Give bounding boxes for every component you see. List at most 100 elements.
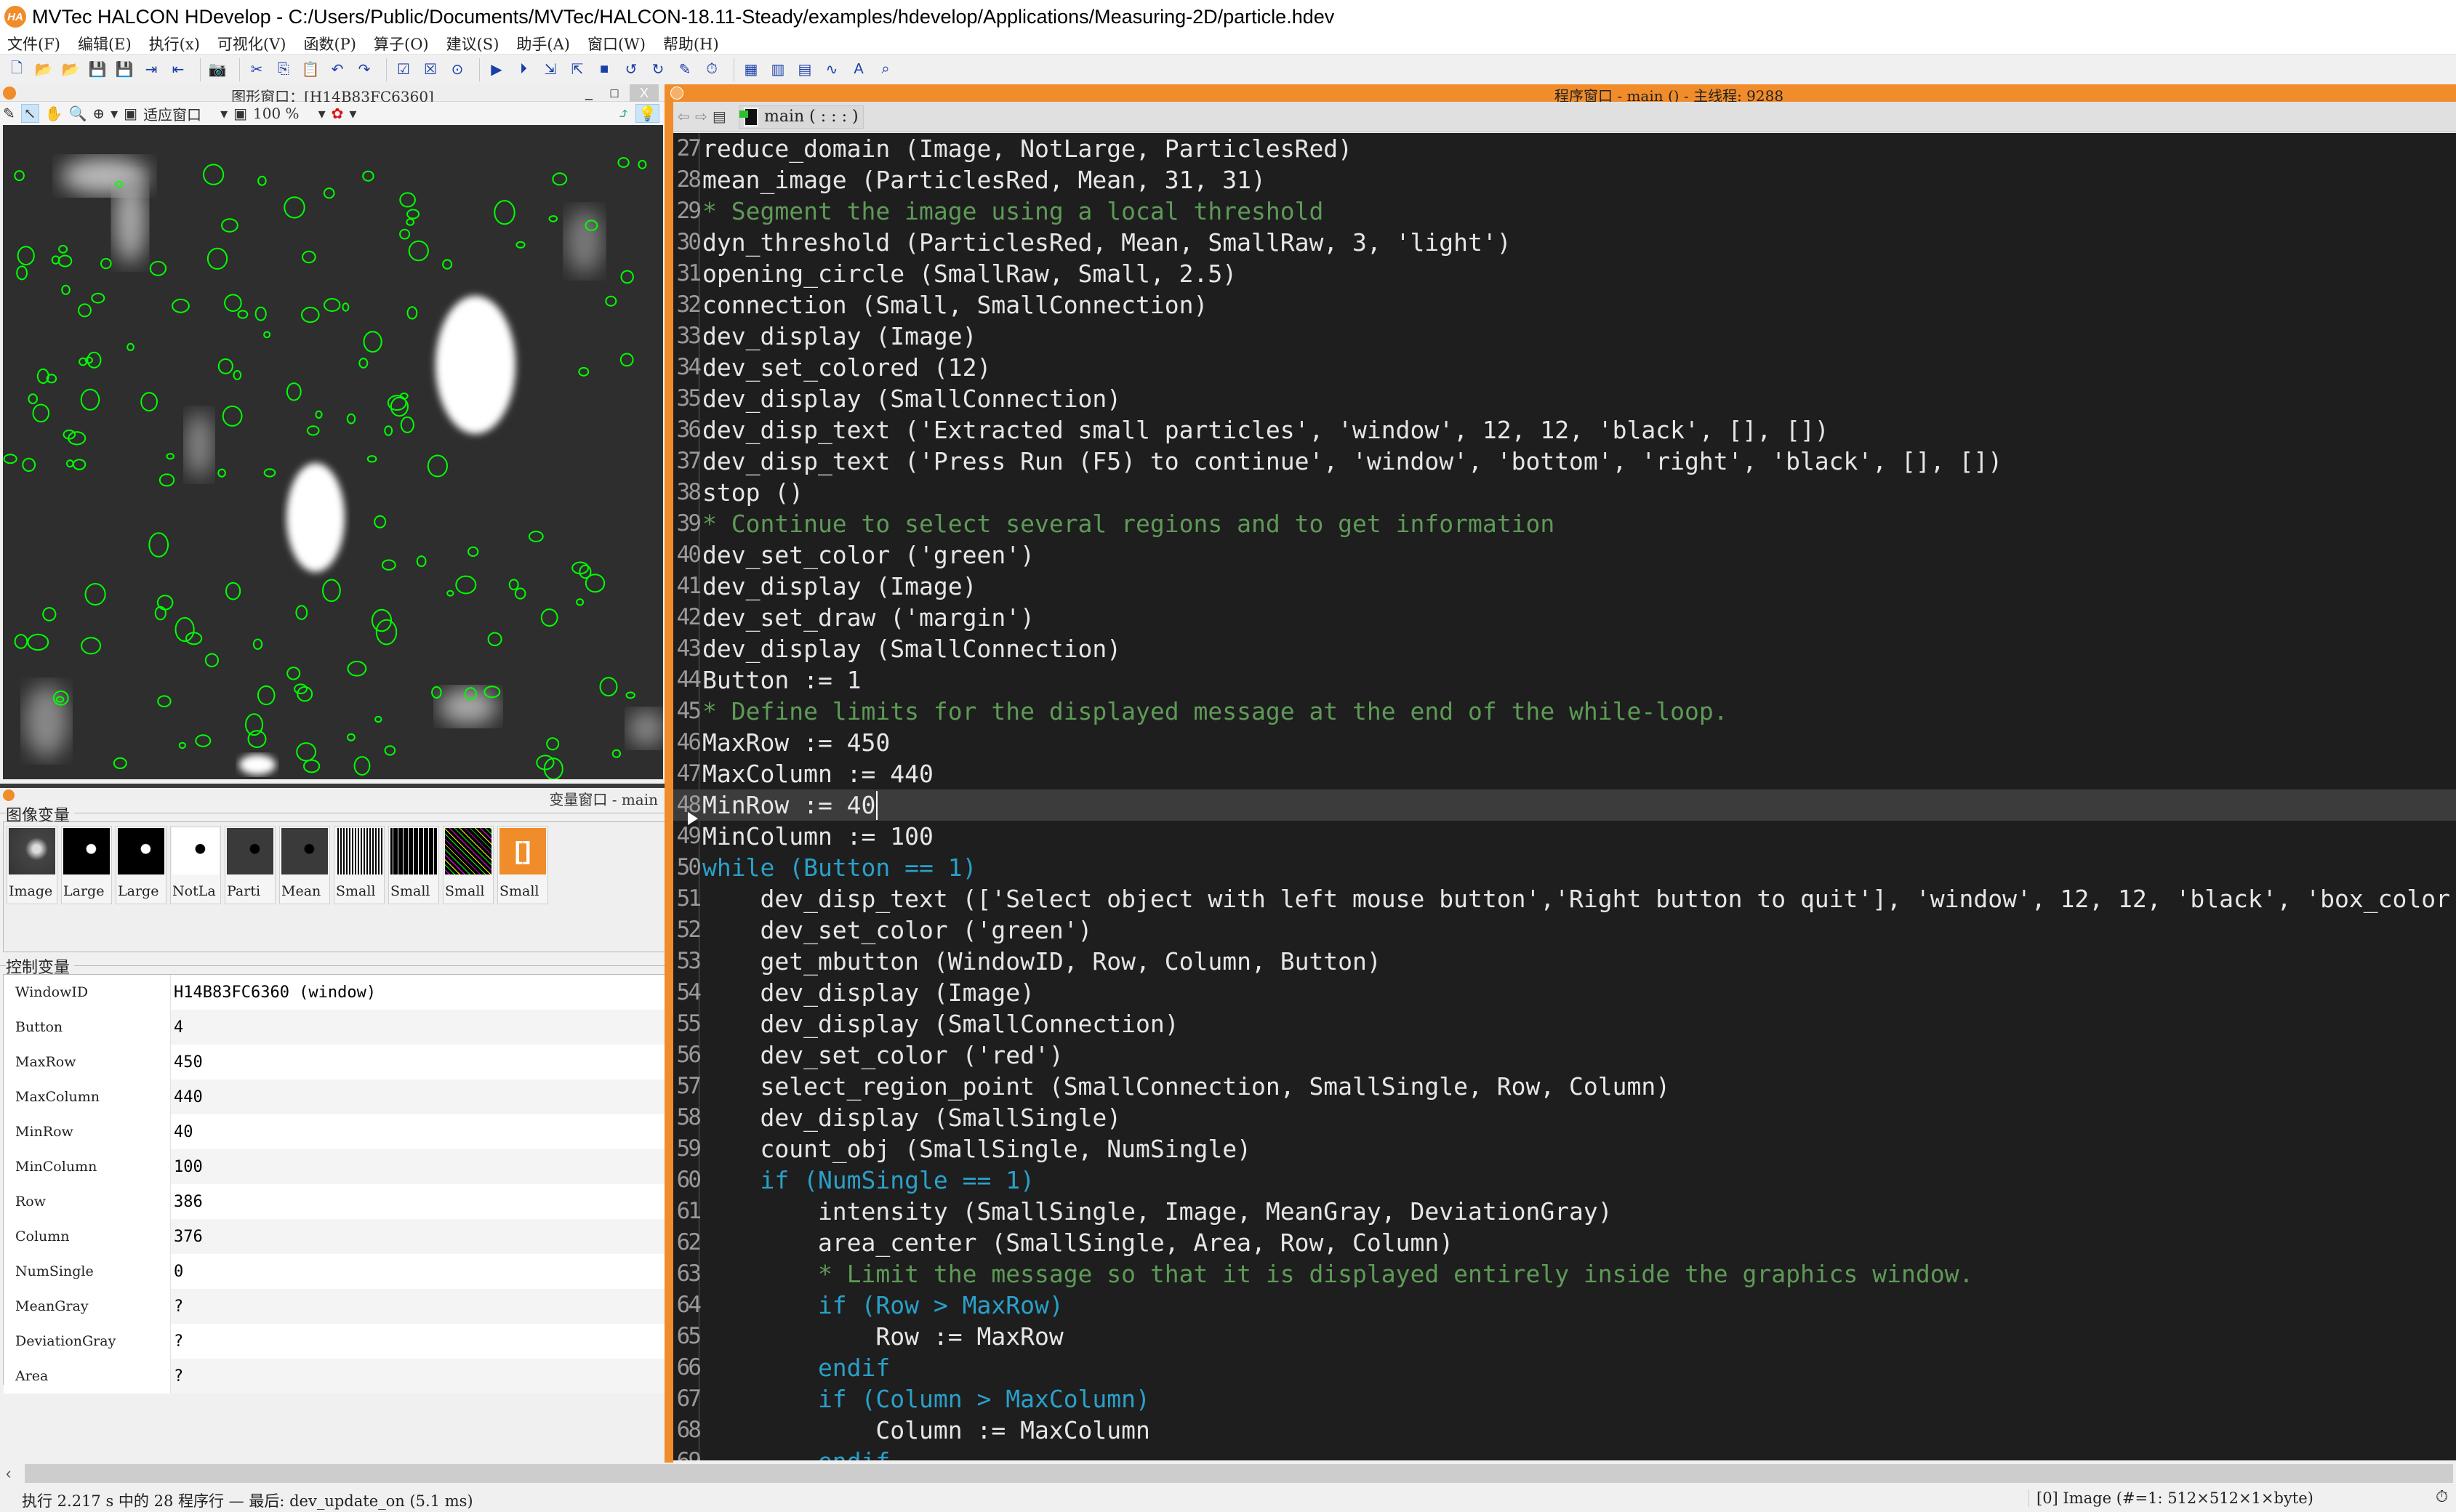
control-variable-row[interactable]: Button 4 [4, 1010, 665, 1045]
line-number[interactable]: 65 [673, 1321, 702, 1352]
code-line[interactable]: 68 Column := MaxColumn [673, 1415, 2456, 1446]
line-number[interactable]: 68 [673, 1415, 702, 1446]
code-line[interactable]: 58 dev_display (SmallSingle) [673, 1102, 2456, 1133]
feature-inspection-icon[interactable]: ▤ [794, 58, 816, 81]
code-line[interactable]: 45 * Define limits for the displayed mess… [673, 696, 2456, 727]
line-number[interactable]: 46 [673, 727, 702, 758]
code-line[interactable]: 42 dev_set_draw ('margin') [673, 602, 2456, 633]
graphics-canvas[interactable] [3, 125, 663, 779]
pan-tool-icon[interactable]: ✋ [45, 105, 63, 122]
line-number[interactable]: 41 [673, 571, 702, 602]
code-line[interactable]: 43 dev_display (SmallConnection) [673, 633, 2456, 664]
line-number[interactable]: 56 [673, 1040, 702, 1071]
line-number[interactable]: 44 [673, 664, 702, 696]
iconic-variable[interactable]: Small [443, 826, 494, 904]
code-line[interactable]: 52 dev_set_color ('green') [673, 914, 2456, 946]
zoom-window-icon[interactable]: ⌕ [875, 58, 896, 81]
run-icon[interactable]: ▶ [486, 58, 507, 81]
code-line[interactable]: 53 get_mbutton (WindowID, Row, Column, B… [673, 946, 2456, 977]
line-number[interactable]: 30 [673, 227, 702, 258]
line-number[interactable]: 47 [673, 758, 702, 789]
code-line[interactable]: 37 dev_disp_text ('Press Run (F5) to cont… [673, 446, 2456, 477]
menu-item[interactable]: 执行(x) [149, 33, 200, 55]
iconic-variable[interactable]: NotLa [170, 826, 221, 904]
line-number[interactable]: 28 [673, 164, 702, 196]
code-line[interactable]: 41 dev_display (Image) [673, 571, 2456, 602]
menu-item[interactable]: 文件(F) [7, 33, 60, 55]
redo-icon[interactable]: ↷ [353, 58, 375, 81]
step-over-icon[interactable]: ⏵ [513, 58, 534, 81]
code-line[interactable]: 55 dev_display (SmallConnection) [673, 1008, 2456, 1040]
iconic-variable[interactable]: Image [7, 826, 57, 904]
code-line[interactable]: 40 dev_set_color ('green') [673, 539, 2456, 571]
code-line[interactable]: 56 dev_set_color ('red') [673, 1040, 2456, 1071]
code-line[interactable]: 47 MaxColumn := 440 [673, 758, 2456, 789]
step-out-icon[interactable]: ⇱ [566, 58, 588, 81]
code-line[interactable]: 57 select_region_point (SmallConnection,… [673, 1071, 2456, 1102]
line-number[interactable]: 66 [673, 1352, 702, 1383]
code-line[interactable]: 51 dev_disp_text (['Select object with l… [673, 883, 2456, 914]
iconic-variable[interactable]: Mean [279, 826, 330, 904]
menu-item[interactable]: 建议(S) [446, 33, 499, 55]
line-number[interactable]: 50 [673, 852, 702, 883]
line-number[interactable]: 51 [673, 883, 702, 914]
code-line[interactable]: 67 if (Column > MaxColumn) [673, 1383, 2456, 1415]
line-number[interactable]: 63 [673, 1258, 702, 1290]
line-number[interactable]: 53 [673, 946, 702, 977]
undo-icon[interactable]: ↶ [326, 58, 348, 81]
code-line[interactable]: 30 dyn_threshold (ParticlesRed, Mean, Sma… [673, 227, 2456, 258]
line-number[interactable]: 57 [673, 1071, 702, 1102]
breakpoint-icon[interactable]: ✎ [674, 58, 696, 81]
line-number[interactable]: 42 [673, 602, 702, 633]
line-number[interactable]: 59 [673, 1133, 702, 1165]
minimize-button[interactable]: _ [574, 84, 603, 102]
menu-item[interactable]: 函数(P) [303, 33, 356, 55]
code-editor[interactable]: 27 reduce_domain (Image, NotLarge, Partic… [673, 133, 2456, 1460]
chevron-down-icon[interactable]: ▾ [318, 105, 326, 122]
code-line[interactable]: 49 MinColumn := 100 [673, 821, 2456, 852]
line-number[interactable]: 54 [673, 977, 702, 1008]
code-line[interactable]: 48 MinRow := 40 [673, 789, 2456, 821]
feature-histogram-icon[interactable]: ▥ [767, 58, 789, 81]
pointer-tool-icon[interactable]: ↖ [20, 104, 39, 123]
maximize-button[interactable]: □ [600, 84, 629, 102]
stop-icon[interactable]: ■ [593, 58, 615, 81]
code-line[interactable]: 63 * Limit the message so that it is dis… [673, 1258, 2456, 1290]
3d-plot-icon[interactable]: ⤴ [617, 105, 630, 122]
line-number[interactable]: 27 [673, 133, 702, 164]
magnify-tool-icon[interactable]: ⊕ [92, 105, 105, 122]
menu-item[interactable]: 帮助(H) [663, 33, 719, 55]
code-line[interactable]: 66 endif [673, 1352, 2456, 1383]
cut-icon[interactable]: ✂ [246, 58, 268, 81]
iconic-variable[interactable]: [] Small [497, 826, 548, 904]
activate-icon[interactable]: ☑ [393, 58, 414, 81]
code-line[interactable]: 38 stop () [673, 477, 2456, 508]
control-variable-row[interactable]: Column 376 [4, 1219, 665, 1254]
menu-item[interactable]: 算子(O) [374, 33, 429, 55]
line-number[interactable]: 64 [673, 1290, 702, 1321]
line-number[interactable]: 60 [673, 1165, 702, 1196]
control-variable-row[interactable]: Row 386 [4, 1184, 665, 1219]
procedure-properties-icon[interactable]: ▤ [713, 108, 727, 126]
line-number[interactable]: 38 [673, 477, 702, 508]
code-line[interactable]: 35 dev_display (SmallConnection) [673, 383, 2456, 414]
image-acquisition-icon[interactable]: 📷 [206, 58, 228, 81]
control-variable-row[interactable]: MinColumn 100 [4, 1149, 665, 1184]
code-line[interactable]: 27 reduce_domain (Image, NotLarge, Partic… [673, 133, 2456, 164]
iconic-variable[interactable]: Large [116, 826, 166, 904]
export-icon[interactable]: ⇥ [140, 58, 162, 81]
control-variable-row[interactable]: NumSingle 0 [4, 1254, 665, 1289]
code-line[interactable]: 39 * Continue to select several regions a… [673, 508, 2456, 539]
line-number[interactable]: 52 [673, 914, 702, 946]
control-variable-row[interactable]: Area? [4, 1359, 665, 1394]
code-line[interactable]: 64 if (Row > MaxRow) [673, 1290, 2456, 1321]
code-line[interactable]: 50 while (Button == 1) [673, 852, 2456, 883]
chevron-down-icon[interactable]: ▾ [111, 105, 118, 122]
line-number[interactable]: 69 [673, 1446, 702, 1460]
iconic-variable[interactable]: Parti [225, 826, 276, 904]
control-variable-row[interactable]: MeanGray? [4, 1289, 665, 1324]
code-line[interactable]: 33 dev_display (Image) [673, 321, 2456, 352]
line-number[interactable]: 43 [673, 633, 702, 664]
line-number[interactable]: 61 [673, 1196, 702, 1227]
color-settings-icon[interactable]: ✿ [332, 105, 344, 122]
